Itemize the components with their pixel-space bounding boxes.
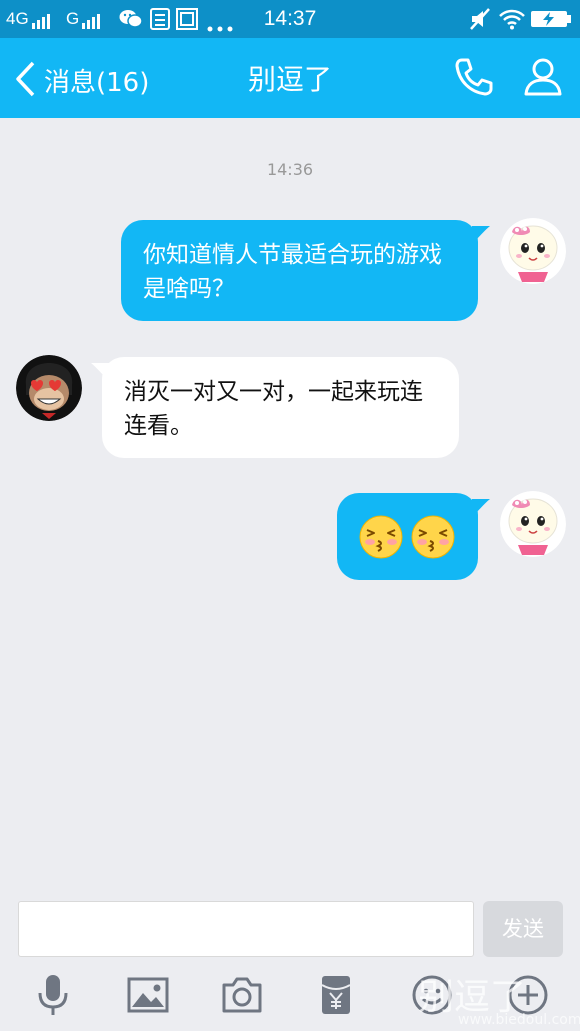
chat-header: 消息(16) 别逗了: [0, 38, 580, 118]
microphone-icon: [38, 975, 68, 1015]
message-input[interactable]: [18, 901, 474, 957]
status-bar: 4G G 14:37: [0, 0, 580, 38]
emoji-button[interactable]: [410, 973, 454, 1017]
camera-icon: [222, 977, 262, 1013]
camera-button[interactable]: [220, 973, 264, 1017]
girl-avatar-icon: [500, 491, 566, 557]
chevron-left-icon: [16, 61, 35, 97]
outgoing-message-bubble[interactable]: 你知道情人节最适合玩的游戏是啥吗？: [121, 220, 478, 321]
phone-call-button[interactable]: [452, 56, 494, 102]
phone-icon: [455, 58, 493, 96]
image-button[interactable]: [126, 973, 170, 1017]
image-icon: [127, 977, 169, 1013]
more-button[interactable]: [506, 973, 550, 1017]
composer-bar: 发送: [0, 888, 580, 1031]
send-button[interactable]: 发送: [483, 901, 563, 957]
emoji-icon: [412, 975, 452, 1015]
girl-avatar[interactable]: [500, 491, 566, 557]
girl-avatar[interactable]: [500, 218, 566, 284]
message-text: 你知道情人节最适合玩的游戏是啥吗？: [143, 242, 442, 302]
kiss-emoji: [411, 515, 455, 559]
kiss-emoji: [359, 515, 403, 559]
mute-icon: [470, 8, 490, 34]
monkey-avatar[interactable]: [16, 355, 82, 421]
outgoing-emoji-bubble[interactable]: [337, 493, 478, 580]
contact-icon: [524, 58, 562, 96]
message-timestamp: 14:36: [266, 160, 314, 179]
wifi-icon: [499, 8, 525, 34]
plus-icon: [508, 975, 548, 1015]
monkey-avatar-icon: [16, 355, 82, 421]
bubble-tail: [472, 499, 490, 517]
bubble-tail: [472, 226, 490, 244]
battery-charging-icon: [530, 10, 572, 32]
back-label: 消息(16): [44, 68, 150, 98]
red-packet-icon: [321, 976, 351, 1014]
incoming-message-bubble[interactable]: 消灭一对又一对，一起来玩连连看。: [102, 357, 459, 458]
girl-avatar-icon: [500, 218, 566, 284]
bubble-tail: [91, 363, 109, 381]
message-text: 消灭一对又一对，一起来玩连连看。: [124, 379, 423, 439]
voice-button[interactable]: [31, 973, 75, 1017]
red-packet-button[interactable]: [314, 973, 358, 1017]
contact-info-button[interactable]: [522, 56, 564, 102]
status-time: 14:37: [263, 7, 317, 30]
